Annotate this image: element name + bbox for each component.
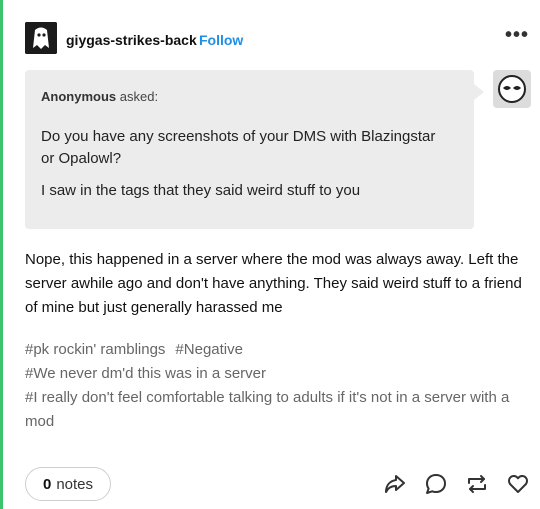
share-icon[interactable] [383, 472, 407, 496]
asked-label: asked: [119, 89, 159, 104]
tag-link[interactable]: #Negative [175, 341, 243, 358]
asker-line: Anonymous asked: [41, 89, 158, 104]
question-line-2: I saw in the tags that they said weird s… [41, 182, 361, 199]
like-icon[interactable] [506, 472, 530, 496]
tag-link[interactable]: #We never dm'd this was in a server [25, 365, 266, 382]
question-text: Do you have any screenshots of your DMS … [41, 126, 451, 212]
post-card: giygas-strikes-back Follow ••• Anonymous… [0, 0, 540, 509]
ask-box: Anonymous asked: Do you have any screens… [25, 70, 484, 229]
user-avatar[interactable] [25, 22, 57, 54]
tag-link[interactable]: #pk rockin' ramblings [25, 341, 165, 358]
follow-button[interactable]: Follow [199, 32, 243, 48]
tags-list: #pk rockin' ramblings #Negative #We never… [25, 338, 525, 434]
tag-link[interactable]: #I really don't feel comfortable talking… [25, 389, 509, 430]
ghost-avatar-icon [25, 22, 57, 54]
anonymous-glasses-icon [498, 75, 526, 103]
more-options-icon[interactable]: ••• [505, 24, 529, 47]
notes-button[interactable]: 0 notes [25, 467, 111, 501]
question-line-1: Do you have any screenshots of your DMS … [41, 128, 436, 167]
reblog-icon[interactable] [465, 472, 489, 496]
reply-icon[interactable] [424, 472, 448, 496]
notes-label: notes [56, 475, 94, 493]
asker-name[interactable]: Anonymous [41, 89, 116, 104]
post-actions [383, 472, 530, 496]
anonymous-avatar [493, 70, 531, 108]
answer-text: Nope, this happened in a server where th… [25, 251, 522, 316]
username-link[interactable]: giygas-strikes-back [66, 32, 197, 48]
notes-count: 0 [42, 475, 52, 493]
